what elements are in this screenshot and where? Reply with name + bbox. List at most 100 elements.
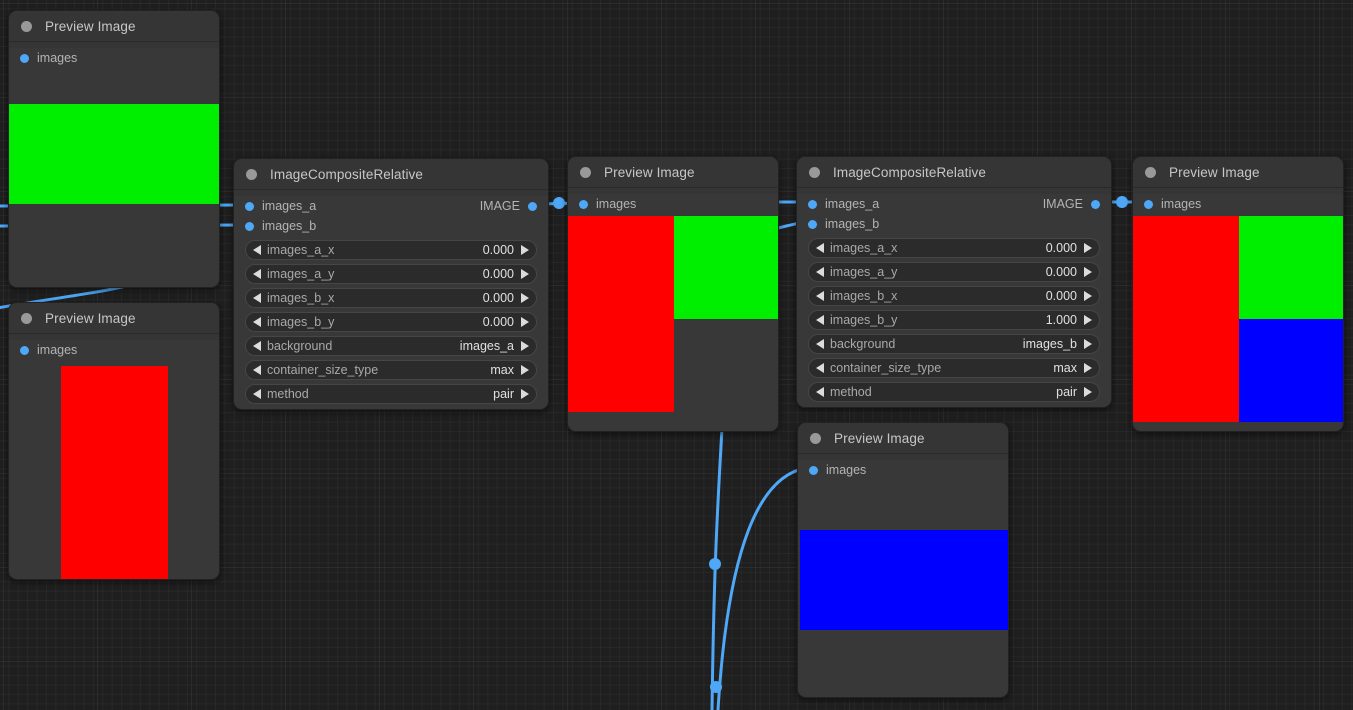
decrement-arrow-icon[interactable] <box>816 243 824 253</box>
input-port-dot-icon[interactable] <box>809 466 818 475</box>
decrement-arrow-icon[interactable] <box>253 341 261 351</box>
increment-arrow-icon[interactable] <box>1084 291 1092 301</box>
decrement-arrow-icon[interactable] <box>816 339 824 349</box>
collapse-dot-icon[interactable] <box>246 169 257 180</box>
decrement-arrow-icon[interactable] <box>816 291 824 301</box>
node-header[interactable]: Preview Image <box>9 11 219 42</box>
image-preview[interactable] <box>798 480 1008 698</box>
node-preview-image-red[interactable]: Preview Image images <box>8 302 220 580</box>
increment-arrow-icon[interactable] <box>1084 243 1092 253</box>
increment-arrow-icon[interactable] <box>1084 267 1092 277</box>
widget-value[interactable]: pair <box>1056 385 1077 399</box>
image-preview[interactable] <box>9 76 219 280</box>
input-slot-images-a[interactable]: images_a IMAGE <box>234 196 548 216</box>
collapse-dot-icon[interactable] <box>580 167 591 178</box>
widget-value[interactable]: 0.000 <box>1046 289 1077 303</box>
decrement-arrow-icon[interactable] <box>816 387 824 397</box>
widget-background[interactable]: background images_a <box>245 336 537 356</box>
input-port-dot-icon[interactable] <box>20 54 29 63</box>
increment-arrow-icon[interactable] <box>1084 339 1092 349</box>
increment-arrow-icon[interactable] <box>521 365 529 375</box>
input-port-dot-icon[interactable] <box>20 346 29 355</box>
collapse-dot-icon[interactable] <box>810 433 821 444</box>
widget-images-b-y[interactable]: images_b_y 0.000 <box>245 312 537 332</box>
node-preview-image-red-green[interactable]: Preview Image images <box>567 156 779 432</box>
input-port-dot-icon[interactable] <box>245 222 254 231</box>
node-header[interactable]: Preview Image <box>568 157 778 188</box>
widget-method[interactable]: method pair <box>245 384 537 404</box>
node-header[interactable]: Preview Image <box>798 423 1008 454</box>
output-port-dot-icon[interactable] <box>528 202 537 211</box>
input-slot-images[interactable]: images <box>9 340 219 360</box>
decrement-arrow-icon[interactable] <box>253 317 261 327</box>
widget-background[interactable]: background images_b <box>808 334 1100 354</box>
node-header[interactable]: ImageCompositeRelative <box>234 159 548 190</box>
node-image-composite-relative-1[interactable]: ImageCompositeRelative images_a IMAGE im… <box>233 158 549 410</box>
image-preview[interactable] <box>9 360 219 580</box>
widget-method[interactable]: method pair <box>808 382 1100 402</box>
decrement-arrow-icon[interactable] <box>816 267 824 277</box>
increment-arrow-icon[interactable] <box>1084 315 1092 325</box>
image-preview[interactable] <box>1133 214 1343 432</box>
decrement-arrow-icon[interactable] <box>253 293 261 303</box>
node-header[interactable]: Preview Image <box>1133 157 1343 188</box>
input-slot-images-b[interactable]: images_b <box>234 216 548 236</box>
output-port-dot-icon[interactable] <box>1091 200 1100 209</box>
widget-value[interactable]: max <box>490 363 514 377</box>
increment-arrow-icon[interactable] <box>521 245 529 255</box>
node-header[interactable]: ImageCompositeRelative <box>797 157 1111 188</box>
node-preview-image-green[interactable]: Preview Image images <box>8 10 220 288</box>
widget-value[interactable]: max <box>1053 361 1077 375</box>
collapse-dot-icon[interactable] <box>809 167 820 178</box>
input-slot-images[interactable]: images <box>9 48 219 68</box>
input-port-dot-icon[interactable] <box>1144 200 1153 209</box>
input-slot-images[interactable]: images <box>568 194 778 214</box>
image-preview[interactable] <box>568 214 778 432</box>
increment-arrow-icon[interactable] <box>1084 387 1092 397</box>
increment-arrow-icon[interactable] <box>521 341 529 351</box>
collapse-dot-icon[interactable] <box>21 313 32 324</box>
collapse-dot-icon[interactable] <box>21 21 32 32</box>
widget-value[interactable]: pair <box>493 387 514 401</box>
input-port-dot-icon[interactable] <box>579 200 588 209</box>
node-preview-image-blue[interactable]: Preview Image images <box>797 422 1009 698</box>
decrement-arrow-icon[interactable] <box>816 363 824 373</box>
widget-images-b-x[interactable]: images_b_x 0.000 <box>245 288 537 308</box>
node-image-composite-relative-2[interactable]: ImageCompositeRelative images_a IMAGE im… <box>796 156 1112 408</box>
input-slot-images-a[interactable]: images_a IMAGE <box>797 194 1111 214</box>
node-preview-image-rgb[interactable]: Preview Image images <box>1132 156 1344 432</box>
widget-value[interactable]: 0.000 <box>483 291 514 305</box>
node-graph-canvas[interactable]: Preview Image images Preview Image image… <box>0 0 1353 710</box>
increment-arrow-icon[interactable] <box>521 317 529 327</box>
decrement-arrow-icon[interactable] <box>253 365 261 375</box>
widget-container-size-type[interactable]: container_size_type max <box>808 358 1100 378</box>
widget-images-a-x[interactable]: images_a_x 0.000 <box>245 240 537 260</box>
widget-value[interactable]: 0.000 <box>1046 265 1077 279</box>
increment-arrow-icon[interactable] <box>521 293 529 303</box>
widget-value[interactable]: 0.000 <box>483 315 514 329</box>
input-port-dot-icon[interactable] <box>808 200 817 209</box>
node-header[interactable]: Preview Image <box>9 303 219 334</box>
widget-value[interactable]: images_a <box>460 339 514 353</box>
collapse-dot-icon[interactable] <box>1145 167 1156 178</box>
widget-value[interactable]: 0.000 <box>483 267 514 281</box>
widget-images-b-x[interactable]: images_b_x 0.000 <box>808 286 1100 306</box>
widget-images-b-y[interactable]: images_b_y 1.000 <box>808 310 1100 330</box>
widget-value[interactable]: 1.000 <box>1046 313 1077 327</box>
widget-images-a-x[interactable]: images_a_x 0.000 <box>808 238 1100 258</box>
widget-value[interactable]: 0.000 <box>483 243 514 257</box>
increment-arrow-icon[interactable] <box>521 389 529 399</box>
decrement-arrow-icon[interactable] <box>816 315 824 325</box>
widget-images-a-y[interactable]: images_a_y 0.000 <box>245 264 537 284</box>
increment-arrow-icon[interactable] <box>1084 363 1092 373</box>
input-port-dot-icon[interactable] <box>808 220 817 229</box>
decrement-arrow-icon[interactable] <box>253 269 261 279</box>
input-slot-images-b[interactable]: images_b <box>797 214 1111 234</box>
widget-container-size-type[interactable]: container_size_type max <box>245 360 537 380</box>
input-port-dot-icon[interactable] <box>245 202 254 211</box>
widget-value[interactable]: 0.000 <box>1046 241 1077 255</box>
decrement-arrow-icon[interactable] <box>253 245 261 255</box>
input-slot-images[interactable]: images <box>1133 194 1343 214</box>
input-slot-images[interactable]: images <box>798 460 1008 480</box>
decrement-arrow-icon[interactable] <box>253 389 261 399</box>
